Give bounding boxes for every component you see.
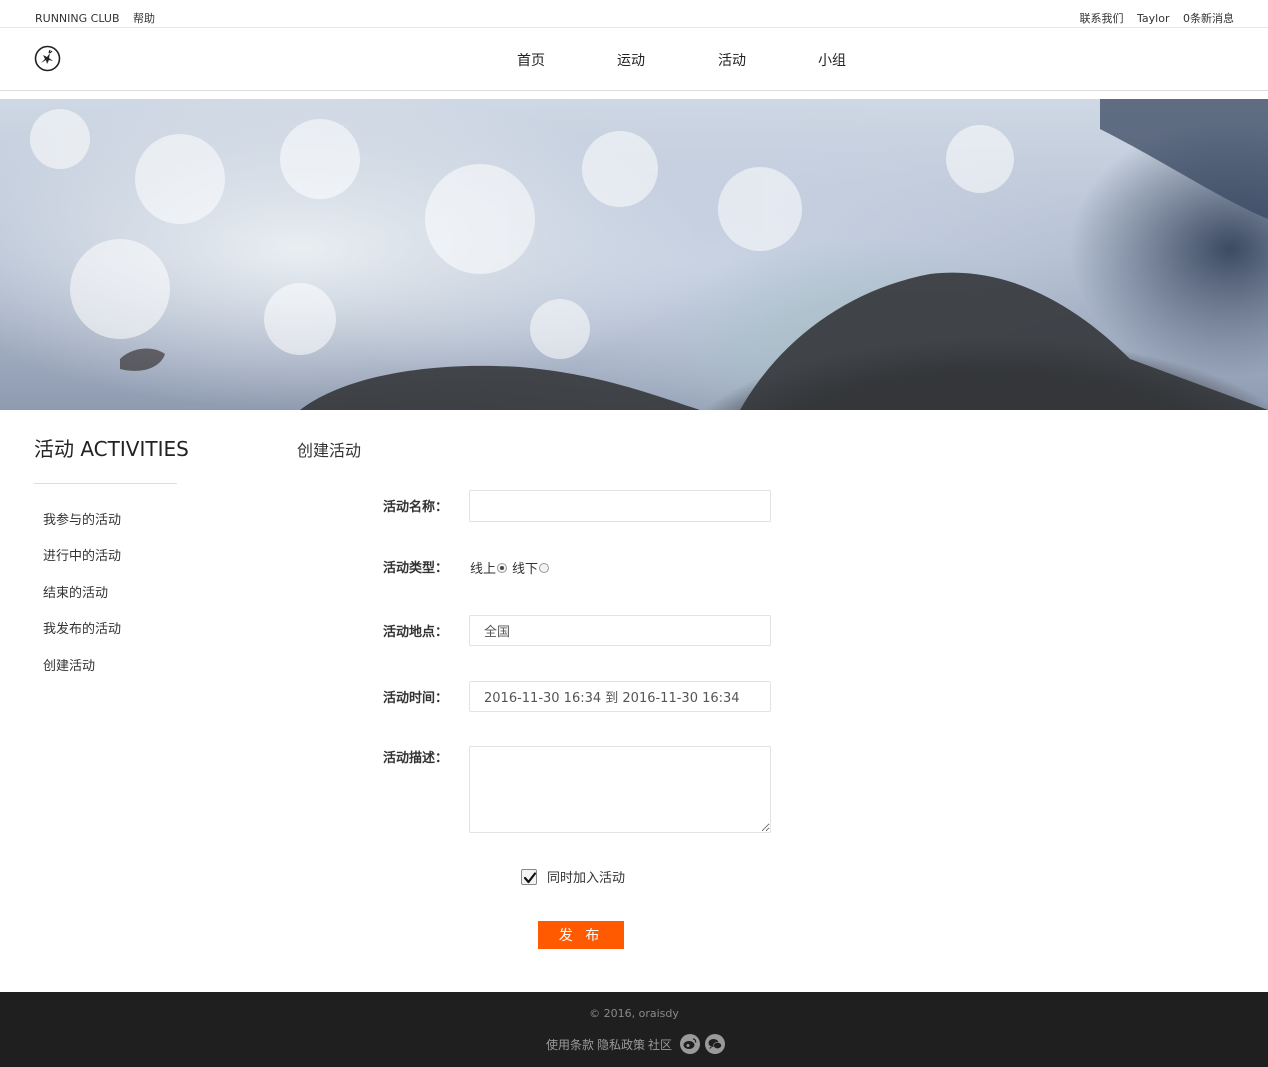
messages-link[interactable]: 0条新消息	[1183, 12, 1234, 25]
terms-link[interactable]: 使用条款	[546, 1036, 594, 1053]
time-label: 活动时间：	[383, 691, 449, 706]
sidebar-item-ongoing[interactable]: 进行中的活动	[43, 545, 121, 564]
nav-item-groups[interactable]: 小组	[818, 50, 846, 70]
nav-item-home[interactable]: 首页	[517, 50, 545, 70]
sidebar-divider	[34, 483, 177, 484]
contact-link[interactable]: 联系我们	[1080, 12, 1124, 25]
location-input[interactable]: 全国	[469, 615, 771, 646]
time-value: 2016-11-30 16:34 到 2016-11-30 16:34	[484, 691, 740, 706]
type-label: 活动类型：	[383, 561, 449, 576]
join-checkbox[interactable]	[521, 868, 537, 885]
name-input[interactable]	[469, 490, 771, 522]
weibo-icon[interactable]	[680, 1034, 701, 1054]
footer: © 2016, oraisdy 使用条款 隐私政策 社区	[0, 992, 1268, 1067]
location-value: 全国	[484, 625, 511, 640]
desc-label: 活动描述：	[383, 751, 449, 766]
copyright-text: © 2016, oraisdy	[589, 1007, 679, 1020]
nav-item-sports[interactable]: 运动	[617, 50, 645, 70]
name-label: 活动名称：	[383, 500, 449, 515]
type-offline-label: 线下	[512, 562, 539, 577]
wechat-icon[interactable]	[705, 1034, 726, 1054]
sidebar-item-create[interactable]: 创建活动	[43, 655, 95, 674]
sidebar-title: 活动 ACTIVITIES	[34, 437, 189, 461]
top-bar: RUNNING CLUB 帮助 联系我们 Taylor 0条新消息	[0, 0, 1268, 28]
sidebar-item-joined[interactable]: 我参与的活动	[43, 509, 121, 528]
type-online-radio[interactable]	[497, 562, 508, 573]
main-nav: 首页 运动 活动 小组	[0, 28, 1268, 91]
privacy-link[interactable]: 隐私政策	[597, 1036, 645, 1053]
desc-textarea[interactable]	[469, 746, 771, 833]
sidebar-item-published[interactable]: 我发布的活动	[43, 618, 121, 637]
type-offline-radio[interactable]	[539, 562, 550, 573]
community-link[interactable]: 社区	[648, 1036, 672, 1053]
brand-text[interactable]: RUNNING CLUB	[35, 12, 120, 25]
hero-banner-image	[0, 99, 1268, 410]
publish-button[interactable]: 发 布	[538, 921, 624, 949]
help-link[interactable]: 帮助	[133, 12, 155, 25]
sidebar-item-ended[interactable]: 结束的活动	[43, 582, 108, 601]
user-link[interactable]: Taylor	[1137, 12, 1169, 25]
join-checkbox-row: 同时加入活动	[521, 867, 625, 886]
join-label: 同时加入活动	[547, 871, 626, 886]
nav-item-activities[interactable]: 活动	[718, 50, 746, 70]
page-title: 创建活动	[297, 441, 362, 460]
time-input[interactable]: 2016-11-30 16:34 到 2016-11-30 16:34	[469, 681, 771, 712]
logo-icon[interactable]	[34, 45, 61, 72]
type-radio-group: 线上 线下	[470, 558, 553, 577]
type-online-label: 线上	[470, 562, 497, 577]
location-label: 活动地点：	[383, 625, 449, 640]
